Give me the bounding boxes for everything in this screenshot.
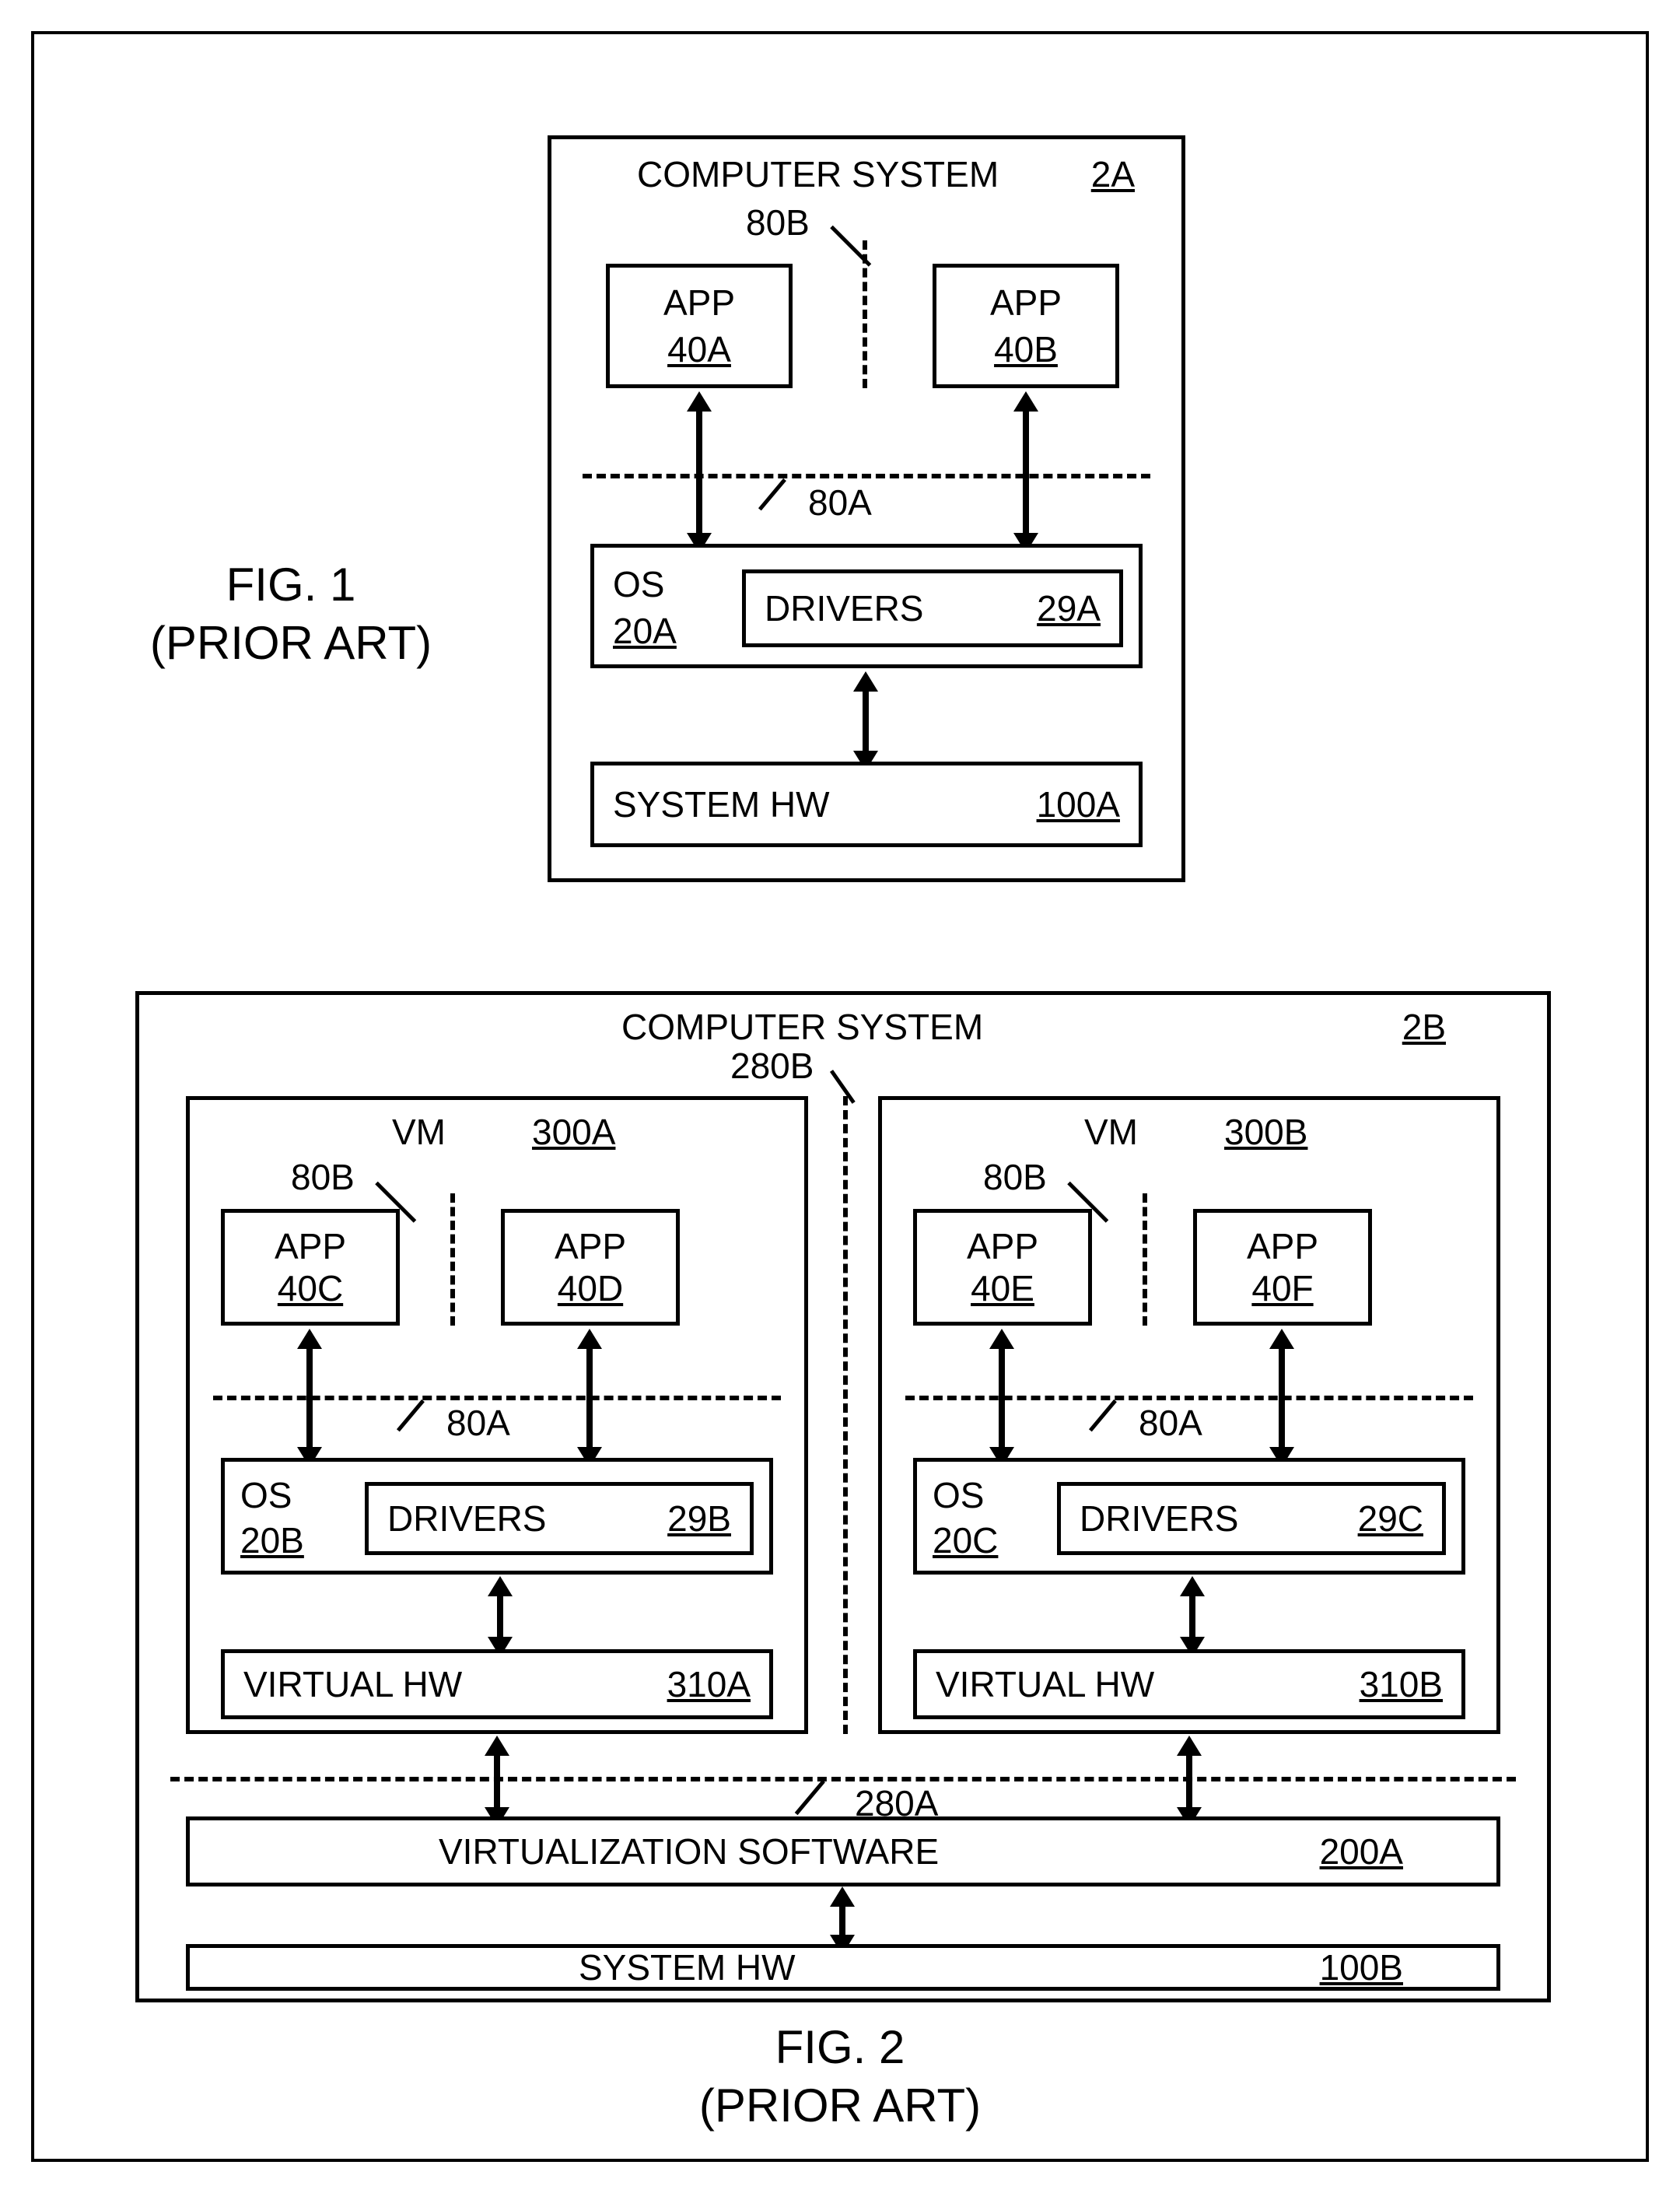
fig1-os-ref: 20A bbox=[613, 610, 677, 652]
vm-b-app2: APP 40F bbox=[1193, 1209, 1372, 1326]
vm-a-os-label: OS bbox=[240, 1474, 292, 1516]
fig2-hw-ref: 100B bbox=[1320, 1946, 1403, 1988]
vm-a-app2: APP 40D bbox=[501, 1209, 680, 1326]
fig1-caption-line2: (PRIOR ART) bbox=[128, 614, 454, 672]
vm-b-80a-leader bbox=[1089, 1400, 1117, 1432]
vm-b-ref: 300B bbox=[1224, 1111, 1307, 1153]
vm-b-vhw-label: VIRTUAL HW bbox=[936, 1663, 1154, 1705]
fig2-280a-dash bbox=[170, 1777, 1516, 1781]
vm-a-80b-dash bbox=[450, 1193, 455, 1326]
fig1-80a-dash bbox=[583, 474, 1150, 478]
vm-b-app2-ref: 40F bbox=[1251, 1267, 1313, 1309]
vm-b-80b-dash bbox=[1143, 1193, 1147, 1326]
fig1-title-ref: 2A bbox=[1091, 153, 1135, 195]
fig2-hw-label: SYSTEM HW bbox=[579, 1946, 796, 1988]
vm-a-os: OS 20B DRIVERS 29B bbox=[221, 1458, 773, 1575]
fig2-virt-sw-ref: 200A bbox=[1320, 1830, 1403, 1872]
vm-a-80a: 80A bbox=[446, 1402, 510, 1444]
vm-a-app2-label: APP bbox=[555, 1225, 626, 1267]
vm-a-app1: APP 40C bbox=[221, 1209, 400, 1326]
vm-b-os: OS 20C DRIVERS 29C bbox=[913, 1458, 1465, 1575]
vm-b-app1-label: APP bbox=[967, 1225, 1038, 1267]
fig1-arrow-os-hw bbox=[863, 690, 869, 752]
fig2-title-ref: 2B bbox=[1402, 1006, 1446, 1048]
vm-a-vhw-ref: 310A bbox=[667, 1663, 751, 1705]
fig2-computer-system: COMPUTER SYSTEM 2B 280B VM 300A 80B APP … bbox=[135, 991, 1551, 2002]
fig1-app1-label: APP bbox=[663, 282, 735, 324]
vm-b-vhw-ref: 310B bbox=[1360, 1663, 1443, 1705]
vm-b-80b: 80B bbox=[983, 1156, 1047, 1198]
fig1-title: COMPUTER SYSTEM bbox=[637, 153, 999, 195]
vm-b-80a: 80A bbox=[1139, 1402, 1202, 1444]
vm-b-os-ref: 20C bbox=[933, 1519, 998, 1561]
vm-a-80a-leader bbox=[397, 1400, 425, 1432]
page-frame: FIG. 1 (PRIOR ART) COMPUTER SYSTEM 2A 80… bbox=[31, 31, 1649, 2162]
fig1-app2-label: APP bbox=[990, 282, 1062, 324]
fig1-caption: FIG. 1 (PRIOR ART) bbox=[128, 555, 454, 672]
fig1-app1: APP 40A bbox=[606, 264, 793, 388]
vm-b-80a-dash bbox=[905, 1396, 1473, 1400]
vm-b-app1: APP 40E bbox=[913, 1209, 1092, 1326]
fig1-80a-leader bbox=[758, 478, 786, 511]
fig1-drivers-label: DRIVERS bbox=[765, 587, 923, 629]
fig2-280b-label: 280B bbox=[730, 1045, 814, 1087]
fig1-80b-dash bbox=[863, 240, 867, 388]
fig1-80a-label: 80A bbox=[808, 482, 872, 524]
vm-b-drivers-ref: 29C bbox=[1358, 1498, 1423, 1540]
vm-a-app1-ref: 40C bbox=[278, 1267, 343, 1309]
fig1-caption-line1: FIG. 1 bbox=[128, 555, 454, 614]
vm-b-title: VM bbox=[1084, 1111, 1138, 1153]
fig2-280b-dash bbox=[843, 1096, 848, 1734]
fig2-caption-line1: FIG. 2 bbox=[34, 2018, 1646, 2076]
fig2-title: COMPUTER SYSTEM bbox=[621, 1006, 983, 1048]
fig2-vm-a: VM 300A 80B APP 40C APP 40D 80A OS 20B bbox=[186, 1096, 808, 1734]
fig1-app1-ref: 40A bbox=[667, 328, 731, 370]
vm-a-vhw: VIRTUAL HW 310A bbox=[221, 1649, 773, 1719]
fig2-caption-line2: (PRIOR ART) bbox=[34, 2076, 1646, 2135]
vm-a-80a-dash bbox=[213, 1396, 781, 1400]
fig2-virt-sw: VIRTUALIZATION SOFTWARE 200A bbox=[186, 1816, 1500, 1886]
vm-b-drivers: DRIVERS 29C bbox=[1057, 1482, 1446, 1555]
vm-a-app2-ref: 40D bbox=[558, 1267, 623, 1309]
fig1-app2-ref: 40B bbox=[994, 328, 1058, 370]
vm-a-vhw-label: VIRTUAL HW bbox=[243, 1663, 462, 1705]
fig2-caption: FIG. 2 (PRIOR ART) bbox=[34, 2018, 1646, 2135]
vm-a-drivers-label: DRIVERS bbox=[387, 1498, 546, 1540]
vm-a-80b: 80B bbox=[291, 1156, 355, 1198]
fig1-drivers-ref: 29A bbox=[1037, 587, 1101, 629]
vm-b-vhw: VIRTUAL HW 310B bbox=[913, 1649, 1465, 1719]
fig1-hw: SYSTEM HW 100A bbox=[590, 762, 1143, 847]
fig1-hw-ref: 100A bbox=[1037, 783, 1120, 825]
fig2-virt-sw-label: VIRTUALIZATION SOFTWARE bbox=[439, 1830, 939, 1872]
fig1-computer-system: COMPUTER SYSTEM 2A 80B APP 40A APP 40B 8… bbox=[548, 135, 1185, 882]
vm-a-ref: 300A bbox=[532, 1111, 615, 1153]
fig1-app2: APP 40B bbox=[933, 264, 1119, 388]
fig1-os-label: OS bbox=[613, 563, 664, 605]
vm-a-drivers: DRIVERS 29B bbox=[365, 1482, 754, 1555]
vm-b-drivers-label: DRIVERS bbox=[1080, 1498, 1238, 1540]
vm-a-title: VM bbox=[392, 1111, 446, 1153]
fig1-drivers: DRIVERS 29A bbox=[742, 569, 1123, 647]
vm-b-os-label: OS bbox=[933, 1474, 984, 1516]
fig1-80b-label: 80B bbox=[746, 201, 810, 243]
vm-a-drivers-ref: 29B bbox=[667, 1498, 731, 1540]
fig1-os: OS 20A DRIVERS 29A bbox=[590, 544, 1143, 668]
fig1-hw-label: SYSTEM HW bbox=[613, 783, 830, 825]
vm-a-app1-label: APP bbox=[275, 1225, 346, 1267]
fig2-hw: SYSTEM HW 100B bbox=[186, 1944, 1500, 1991]
fig1-arrow-app2-os bbox=[1023, 410, 1029, 534]
vm-b-app2-label: APP bbox=[1247, 1225, 1318, 1267]
fig1-arrow-app1-os bbox=[696, 410, 702, 534]
vm-b-app1-ref: 40E bbox=[971, 1267, 1034, 1309]
fig2-vm-b: VM 300B 80B APP 40E APP 40F 80A OS 20C bbox=[878, 1096, 1500, 1734]
fig2-280a-leader bbox=[795, 1780, 825, 1815]
vm-a-os-ref: 20B bbox=[240, 1519, 304, 1561]
